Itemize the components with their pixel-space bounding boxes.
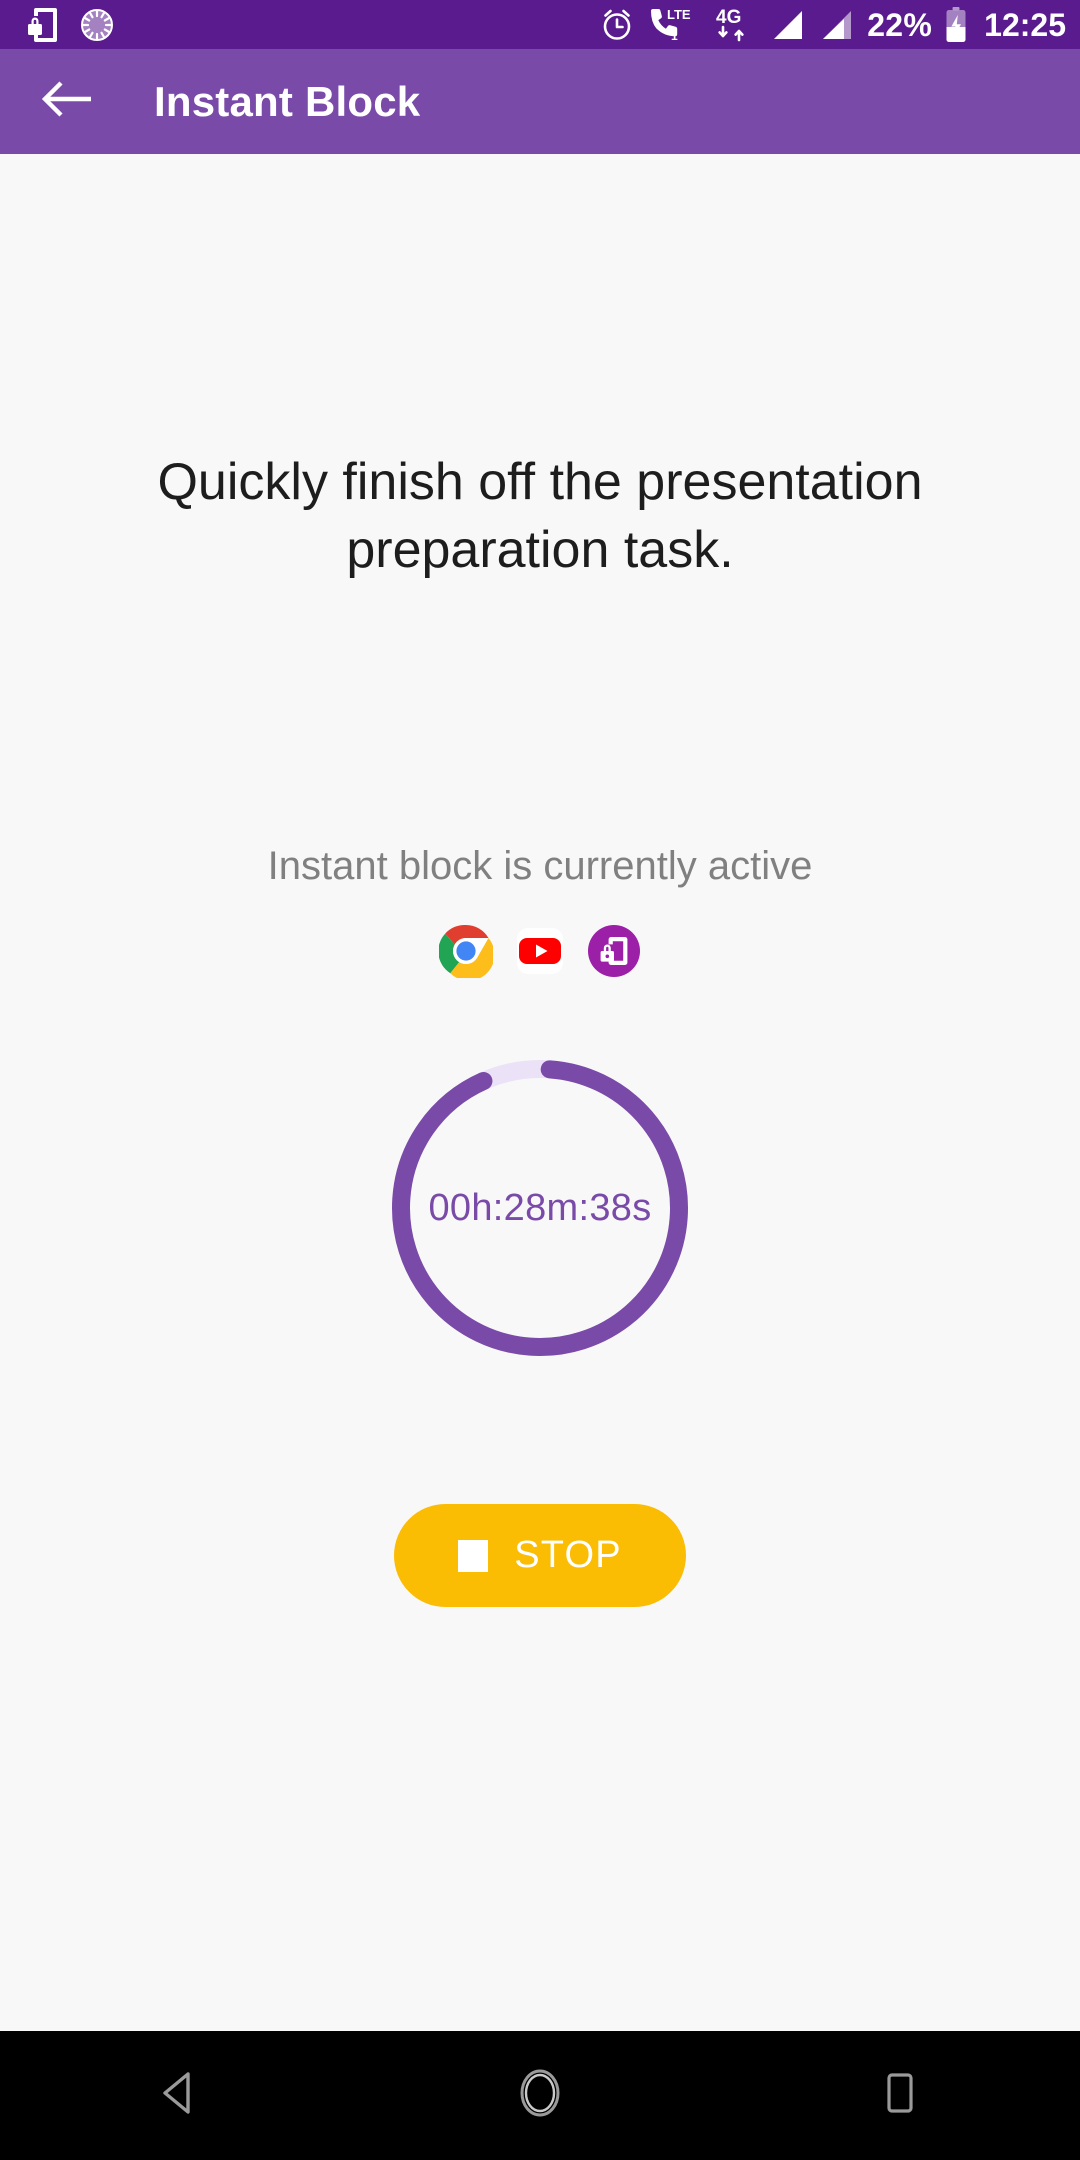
sync-spinner-icon — [80, 8, 114, 42]
timer-ring: 00h:28m:38s — [387, 1055, 693, 1361]
square-recents-icon — [881, 2070, 919, 2121]
chrome-app-icon — [438, 924, 495, 981]
task-heading: Quickly finish off the presentation prep… — [157, 453, 923, 579]
triangle-back-icon — [159, 2070, 201, 2121]
volte-call-icon: LTE 1 — [647, 7, 701, 43]
stop-button-label: STOP — [514, 1534, 622, 1576]
status-bar-left-icons — [28, 7, 114, 43]
page-title: Instant Block — [154, 77, 421, 125]
status-bar-clock: 12:25 — [984, 6, 1066, 43]
timer-remaining-label: 00h:28m:38s — [428, 1186, 652, 1229]
svg-text:4G: 4G — [716, 7, 741, 28]
android-nav-bar — [0, 2031, 1080, 2160]
stop-square-icon — [458, 1539, 489, 1572]
status-bar: LTE 1 4G 22% 12:25 — [0, 0, 1080, 49]
applock-app-icon — [587, 924, 641, 978]
signal-bars-sim1-icon — [769, 9, 805, 41]
block-active-status: Instant block is currently active — [267, 844, 813, 888]
nav-recents-button[interactable] — [820, 2031, 980, 2160]
nav-home-button[interactable] — [460, 2031, 620, 2160]
phone-screen: LTE 1 4G 22% 12:25 Instant Block Quickly… — [0, 0, 1080, 2160]
alarm-clock-icon — [600, 8, 634, 42]
app-bar: Instant Block — [0, 49, 1080, 154]
status-bar-right-icons: LTE 1 4G 22% 12:25 — [600, 6, 1066, 44]
arrow-left-icon — [41, 79, 93, 124]
circle-home-icon — [516, 2067, 564, 2124]
signal-bars-sim2-icon — [818, 9, 854, 41]
stop-button[interactable]: STOP — [394, 1504, 686, 1607]
battery-percent-label: 22% — [867, 6, 933, 43]
svg-text:1: 1 — [671, 29, 678, 43]
youtube-app-icon — [517, 928, 563, 974]
back-button[interactable] — [28, 63, 106, 141]
nav-back-button[interactable] — [100, 2031, 260, 2160]
svg-text:LTE: LTE — [667, 7, 691, 22]
app-lock-phone-icon — [28, 7, 58, 43]
blocked-apps-list — [0, 924, 1080, 981]
mobile-data-4g-icon: 4G — [714, 6, 756, 44]
main-content: Quickly finish off the presentation prep… — [0, 154, 1080, 2031]
battery-charging-icon — [945, 6, 967, 43]
